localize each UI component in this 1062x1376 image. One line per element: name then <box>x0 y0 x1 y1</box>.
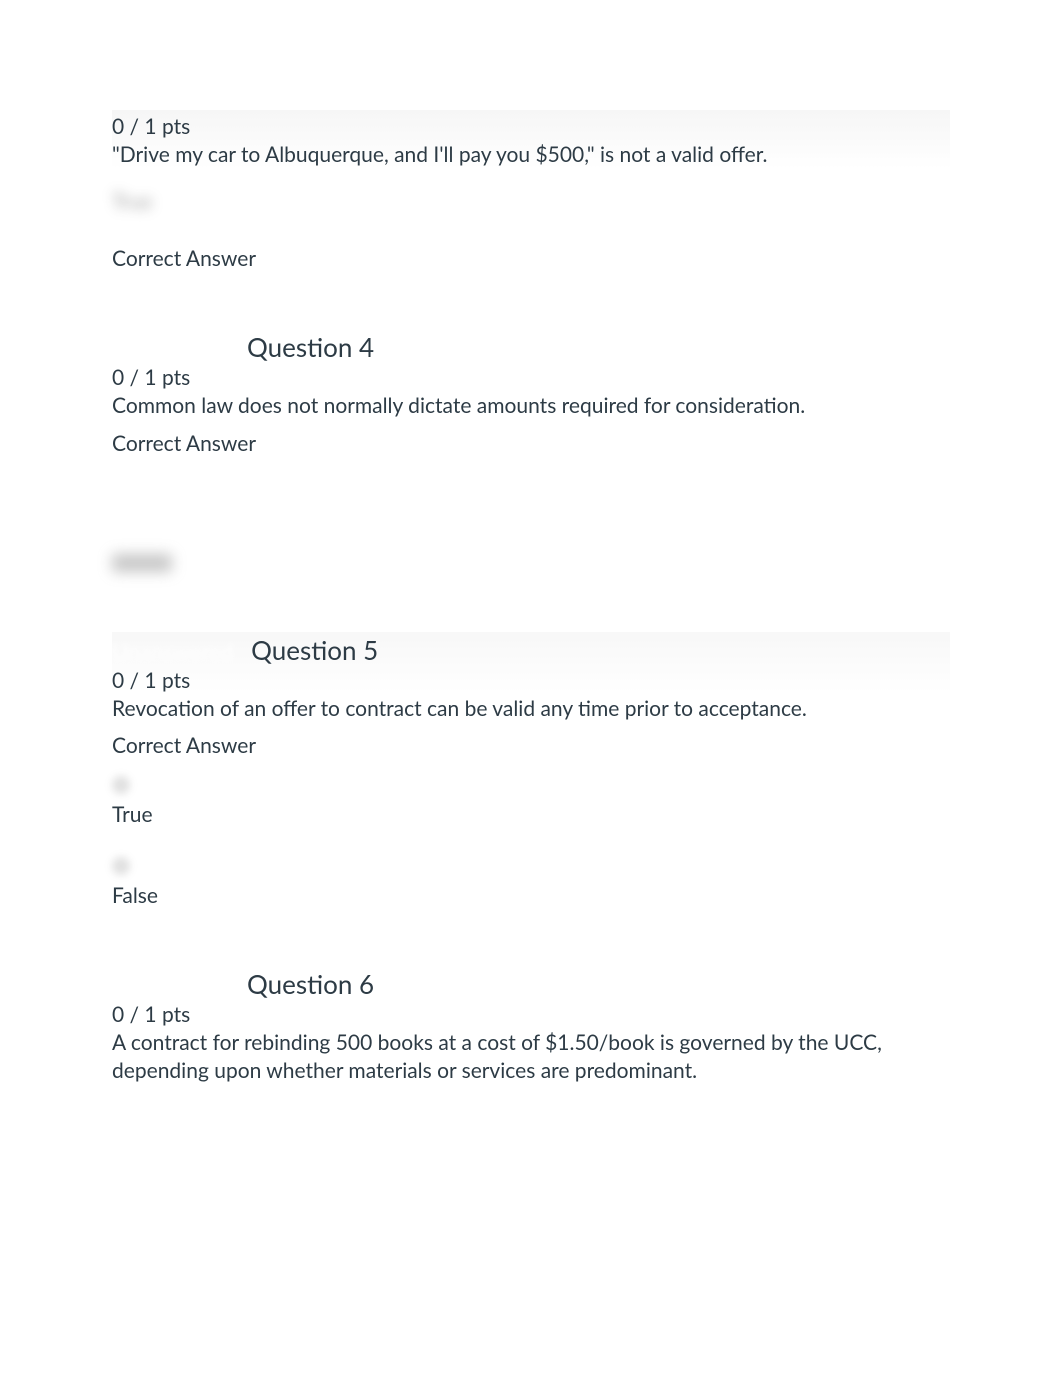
question-6: Question 6 0 / 1 pts A contract for rebi… <box>112 968 950 1086</box>
question-points: 0 / 1 pts <box>112 365 950 390</box>
correct-answer-label: Correct Answer <box>112 246 950 271</box>
hidden-content <box>112 554 172 572</box>
question-4: Question 4 0 / 1 pts Common law does not… <box>112 331 950 571</box>
question-5: Unanswered Question 5 0 / 1 pts Revocati… <box>112 632 950 908</box>
question-title: Question 4 <box>247 331 374 363</box>
option-label: True <box>112 802 950 827</box>
question-3: 0 / 1 pts "Drive my car to Albuquerque, … <box>112 110 950 271</box>
question-title: Question 5 <box>251 634 378 666</box>
correct-answer-label: Correct Answer <box>112 431 950 456</box>
question-text: Revocation of an offer to contract can b… <box>112 695 950 723</box>
option-label: False <box>112 883 950 908</box>
correct-answer-label: Correct Answer <box>112 733 950 758</box>
question-text: "Drive my car to Albuquerque, and I'll p… <box>112 141 950 169</box>
answer-option-true[interactable]: True <box>112 776 950 827</box>
question-points: 0 / 1 pts <box>112 668 950 693</box>
question-text: A contract for rebinding 500 books at a … <box>112 1029 950 1086</box>
question-points: 0 / 1 pts <box>112 114 950 139</box>
question-points: 0 / 1 pts <box>112 1002 950 1027</box>
radio-icon <box>112 776 130 794</box>
question-text: Common law does not normally dictate amo… <box>112 392 950 420</box>
answer-option-false[interactable]: False <box>112 857 950 908</box>
hidden-answer-option: True <box>112 189 950 214</box>
question-title: Question 6 <box>247 968 374 1000</box>
unanswered-label: Unanswered <box>112 638 233 665</box>
radio-icon <box>112 857 130 875</box>
